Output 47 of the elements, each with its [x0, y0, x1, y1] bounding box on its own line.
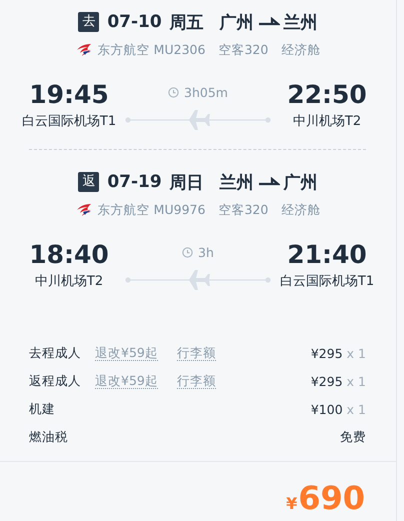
fee-quantity: x 1 [346, 346, 366, 360]
arrival-time: 21:40 [287, 241, 367, 269]
fee-label: 返程成人 [29, 372, 82, 390]
fee-quantity: x 1 [346, 402, 366, 416]
direction-label: 去 [78, 12, 100, 32]
aircraft-type: 空客320 [218, 202, 268, 218]
direction-label: 返 [78, 172, 100, 192]
departure-airport: 白云国际机场T1 [22, 113, 116, 131]
cabin-class: 经济舱 [281, 42, 320, 58]
departure-time: 19:45 [29, 81, 109, 109]
airline-logo-icon [76, 43, 92, 57]
arrival-time: 22:50 [287, 81, 367, 109]
fee-price: ¥295 [310, 346, 343, 360]
policy-link[interactable]: 行李额 [176, 345, 216, 361]
fee-price: 免费 [340, 428, 366, 446]
airline-flight-number: 东方航空 MU9976 [98, 202, 206, 218]
fee-label: 机建 [29, 400, 56, 418]
airline-flight-number: 东方航空 MU2306 [98, 42, 206, 58]
clock-icon [182, 247, 194, 258]
fee-price: ¥100 [310, 402, 343, 416]
total-price: 690 [298, 478, 365, 518]
departure-city: 兰州 [220, 172, 254, 194]
arrival-city: 广州 [284, 172, 318, 194]
flight-duration: 3h05m [184, 85, 228, 100]
fee-price: ¥295 [310, 374, 343, 388]
policy-link[interactable]: 退改¥59起 [95, 345, 158, 361]
airline-logo-icon [76, 203, 92, 217]
arrival-airport: 中川机场T2 [292, 113, 362, 131]
arrival-airport: 白云国际机场T1 [280, 273, 374, 291]
cabin-class: 经济舱 [281, 202, 320, 218]
fee-quantity: x 1 [346, 374, 366, 388]
aircraft-type: 空客320 [218, 42, 268, 58]
flight-weekday: 周日 [170, 172, 204, 194]
departure-city: 广州 [220, 12, 254, 34]
policy-link[interactable]: 退改¥59起 [95, 373, 158, 389]
flight-date: 07-10 [107, 12, 162, 32]
clock-icon [168, 87, 180, 98]
flight-weekday: 周五 [170, 12, 204, 34]
departure-airport: 中川机场T2 [34, 273, 104, 291]
arrival-city: 兰州 [284, 12, 318, 34]
policy-link[interactable]: 行李额 [176, 373, 216, 389]
flight-duration: 3h [198, 245, 214, 260]
currency-symbol: ¥ [286, 494, 298, 513]
fee-label: 去程成人 [29, 344, 82, 362]
fee-label: 燃油税 [29, 428, 69, 446]
departure-time: 18:40 [29, 241, 109, 269]
flight-date: 07-19 [107, 172, 162, 192]
